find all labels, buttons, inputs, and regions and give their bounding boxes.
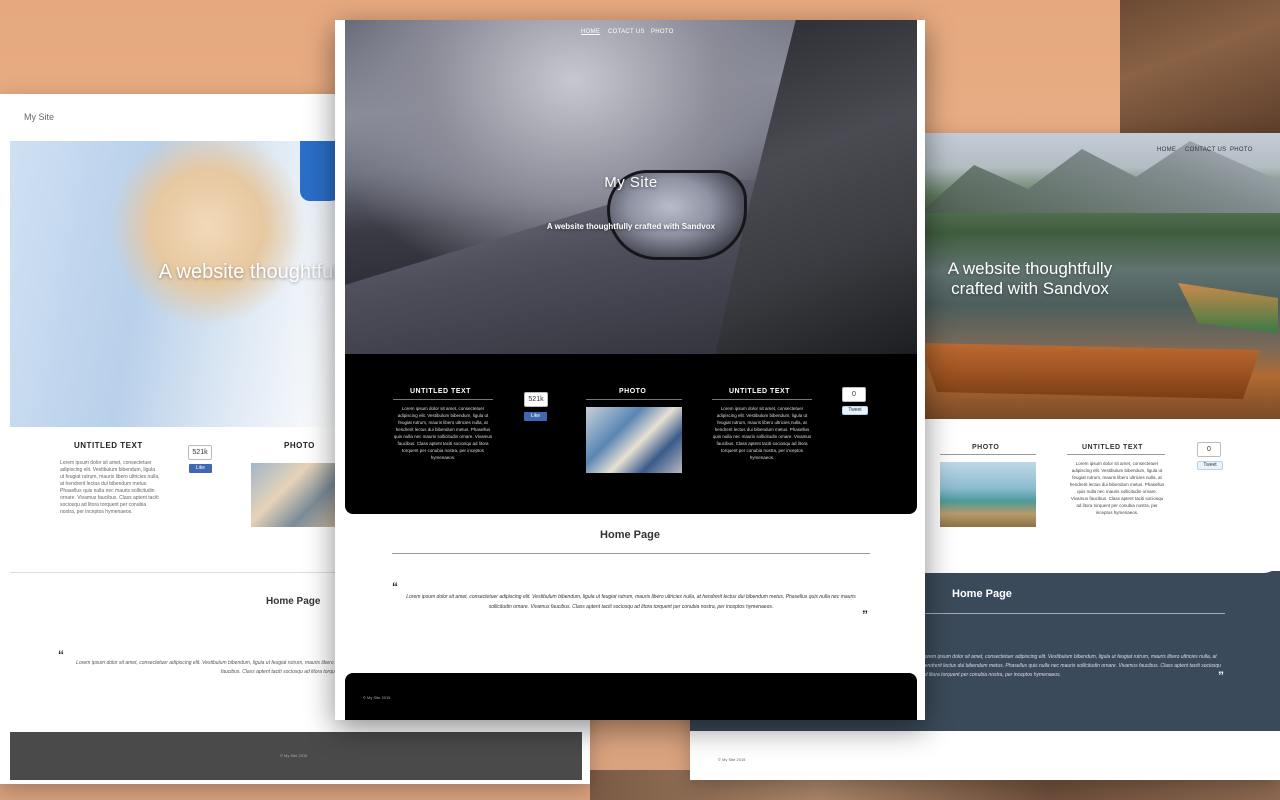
- nav-photo[interactable]: PHOTO: [651, 29, 674, 35]
- tweet-count: 0: [1197, 442, 1221, 457]
- nav-contact[interactable]: COTACT US: [608, 29, 645, 35]
- column-title: UNTITLED TEXT: [1082, 444, 1143, 451]
- photo-thumbnail[interactable]: [251, 463, 335, 527]
- hero-banner: HOME COTACT US PHOTO My Site A website t…: [345, 20, 917, 355]
- column-body: Lorem ipsum dolor sit amet, consectetuer…: [1069, 461, 1165, 515]
- like-button[interactable]: Like: [524, 412, 547, 421]
- hero-text: A website thoughtfully crafted with Sand…: [947, 259, 1113, 298]
- tweet-button[interactable]: Tweet: [1197, 461, 1223, 470]
- column-rule: [393, 399, 493, 400]
- hero-image-mountains: [920, 141, 1280, 213]
- column-body: Lorem ipsum dolor sit amet, consectetuer…: [60, 460, 160, 515]
- footer: © My Site 2015: [10, 732, 582, 780]
- column-body: Lorem ipsum dolor sit amet, consectetuer…: [712, 406, 812, 460]
- footer-copyright: © My Site 2015: [363, 695, 391, 700]
- column-title: UNTITLED TEXT: [410, 388, 471, 395]
- column-rule: [586, 399, 682, 400]
- footer: © My Site 2015: [345, 673, 917, 720]
- hero-subtitle: A website thoughtfully crafted with Sand…: [546, 222, 716, 231]
- column-rule: [712, 399, 812, 400]
- center-site-preview: HOME COTACT US PHOTO My Site A website t…: [335, 20, 925, 720]
- background-rock: [1120, 0, 1280, 140]
- page-title: Home Page: [600, 529, 660, 541]
- nav-contact[interactable]: CONTACT US: [1185, 147, 1226, 153]
- nav-home[interactable]: HOME: [1157, 147, 1176, 153]
- tweet-count: 0: [842, 387, 866, 402]
- photo-thumbnail[interactable]: [940, 462, 1036, 527]
- photo-thumbnail[interactable]: [586, 407, 682, 473]
- tweet-button[interactable]: Tweet: [842, 406, 868, 415]
- like-count: 521k: [524, 392, 548, 407]
- title-rule: [925, 613, 1225, 614]
- page-title: Home Page: [952, 588, 1012, 600]
- column-title: UNTITLED TEXT: [74, 441, 143, 450]
- footer: © My Site 2015: [702, 733, 1270, 780]
- hero-title: My Site: [604, 174, 658, 191]
- site-brand[interactable]: My Site: [24, 112, 54, 122]
- nav-home[interactable]: HOME: [581, 29, 600, 35]
- column-title-photo: PHOTO: [619, 388, 647, 395]
- column-rule: [1067, 454, 1165, 455]
- column-title-photo: PHOTO: [284, 441, 315, 450]
- hero-image-canoe: [920, 343, 1260, 399]
- quote-close-mark: ”: [862, 608, 868, 622]
- like-button[interactable]: Like: [189, 464, 212, 473]
- page-title: Home Page: [266, 596, 321, 607]
- quote-open-mark: “: [58, 648, 64, 662]
- like-count: 521k: [188, 445, 212, 460]
- nav-photo[interactable]: PHOTO: [1230, 147, 1253, 153]
- quote-close-mark: ”: [1218, 669, 1224, 683]
- quote-text: Lorem ipsum dolor sit amet, consectetuer…: [406, 594, 856, 610]
- column-body: Lorem ipsum dolor sit amet, consectetuer…: [393, 406, 493, 460]
- quote-open-mark: “: [392, 580, 398, 594]
- column-title: UNTITLED TEXT: [729, 388, 790, 395]
- quote-text: Lorem ipsum dolor sit amet, consectetuer…: [922, 654, 1221, 678]
- column-title-photo: PHOTO: [972, 444, 1000, 451]
- title-rule: [392, 553, 870, 554]
- hero-image-boat-small: [1178, 283, 1278, 333]
- footer-copyright: © My Site 2015: [280, 753, 308, 758]
- footer-copyright: © My Site 2015: [718, 757, 746, 762]
- column-rule: [940, 454, 1036, 455]
